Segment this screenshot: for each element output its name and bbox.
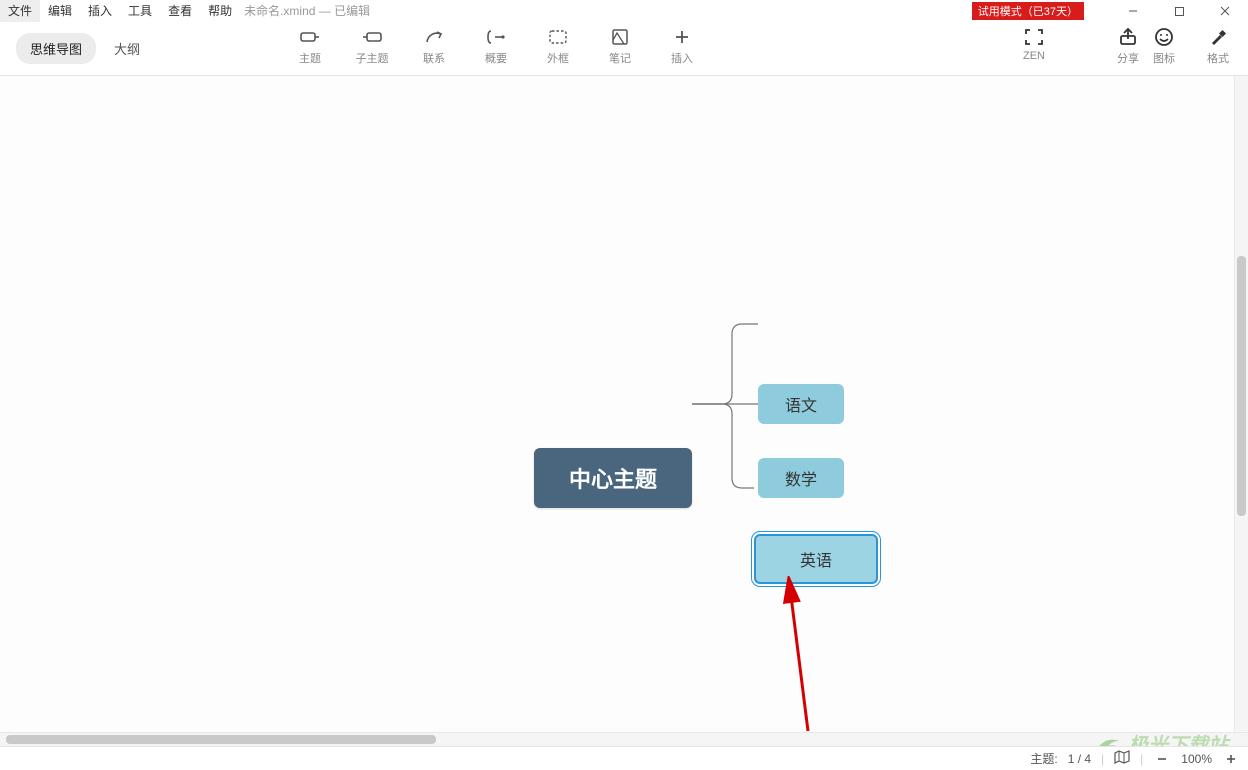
tool-note[interactable]: 笔记 [600, 26, 640, 66]
document-title: 未命名.xmind — 已编辑 [244, 2, 370, 19]
toolbar: 思维导图 大纲 主题 子主题 联系 概要 [0, 22, 1248, 76]
window-controls [1110, 0, 1248, 22]
tool-format-label: 格式 [1207, 50, 1229, 66]
tool-zen-label: ZEN [1023, 50, 1045, 62]
horizontal-scroll-thumb[interactable] [6, 735, 436, 744]
tool-relationship-label: 联系 [423, 50, 445, 66]
tool-share-label: 分享 [1117, 50, 1139, 66]
note-icon [608, 26, 632, 48]
tool-insert[interactable]: 插入 [662, 26, 702, 66]
central-topic-node[interactable]: 中心主题 [534, 448, 692, 508]
menu-insert[interactable]: 插入 [80, 0, 120, 22]
vertical-scroll-thumb[interactable] [1237, 256, 1246, 516]
window-maximize-button[interactable] [1156, 0, 1202, 22]
tool-relationship[interactable]: 联系 [414, 26, 454, 66]
status-topic-count: 1 / 4 [1068, 752, 1091, 766]
topic-icon [298, 26, 322, 48]
tool-note-label: 笔记 [609, 50, 631, 66]
status-bar: 主题: 1 / 4 | | 100% [0, 746, 1248, 770]
tool-topic[interactable]: 主题 [290, 26, 330, 66]
tool-subtopic[interactable]: 子主题 [352, 26, 392, 66]
canvas-area: 中心主题 语文 数学 英语 [0, 76, 1248, 746]
tool-summary-label: 概要 [485, 50, 507, 66]
zoom-in-button[interactable] [1222, 750, 1240, 768]
horizontal-scrollbar[interactable] [0, 732, 1248, 746]
status-topic-label: 主题: [1030, 750, 1057, 767]
share-icon [1116, 26, 1140, 48]
menu-edit[interactable]: 编辑 [40, 0, 80, 22]
mindmap-canvas[interactable]: 中心主题 语文 数学 英语 [0, 76, 1248, 746]
boundary-icon [546, 26, 570, 48]
subtopic-node-2[interactable]: 数学 [758, 458, 844, 498]
toolbar-right-group: ZEN 分享 [1014, 26, 1148, 66]
paintbrush-icon [1206, 26, 1230, 48]
tool-boundary[interactable]: 外框 [538, 26, 578, 66]
tool-topic-label: 主题 [299, 50, 321, 66]
insert-icon [670, 26, 694, 48]
trial-mode-badge[interactable]: 试用模式（已37天） [972, 2, 1084, 20]
zen-icon [1022, 26, 1046, 48]
tool-icons-label: 图标 [1153, 50, 1175, 66]
tool-subtopic-label: 子主题 [356, 50, 389, 66]
tool-format-panel[interactable]: 格式 [1198, 26, 1238, 66]
zoom-out-button[interactable] [1153, 750, 1171, 768]
tab-mindmap[interactable]: 思维导图 [16, 33, 96, 64]
subtopic-node-3-selected[interactable]: 英语 [754, 534, 878, 584]
view-mode-tabs: 思维导图 大纲 [16, 33, 154, 64]
smiley-icon [1152, 26, 1176, 48]
annotation-arrow-icon [780, 576, 820, 736]
tool-insert-label: 插入 [671, 50, 693, 66]
toolbar-far-right-group: 图标 格式 [1144, 26, 1238, 66]
subtopic-icon [360, 26, 384, 48]
summary-icon [484, 26, 508, 48]
menu-help[interactable]: 帮助 [200, 0, 240, 22]
window-minimize-button[interactable] [1110, 0, 1156, 22]
map-overview-icon[interactable] [1114, 750, 1130, 767]
window-close-button[interactable] [1202, 0, 1248, 22]
tool-summary[interactable]: 概要 [476, 26, 516, 66]
tool-boundary-label: 外框 [547, 50, 569, 66]
menu-tool[interactable]: 工具 [120, 0, 160, 22]
menu-view[interactable]: 查看 [160, 0, 200, 22]
subtopic-node-1[interactable]: 语文 [758, 384, 844, 424]
tool-icons-panel[interactable]: 图标 [1144, 26, 1184, 66]
relationship-icon [422, 26, 446, 48]
vertical-scrollbar[interactable] [1234, 76, 1248, 746]
tab-outline[interactable]: 大纲 [100, 33, 154, 64]
tool-zen[interactable]: ZEN [1014, 26, 1054, 66]
toolbar-center-group: 主题 子主题 联系 概要 外框 [290, 26, 702, 66]
menu-file[interactable]: 文件 [0, 0, 40, 22]
zoom-value[interactable]: 100% [1181, 752, 1212, 766]
tool-share[interactable]: 分享 [1108, 26, 1148, 66]
